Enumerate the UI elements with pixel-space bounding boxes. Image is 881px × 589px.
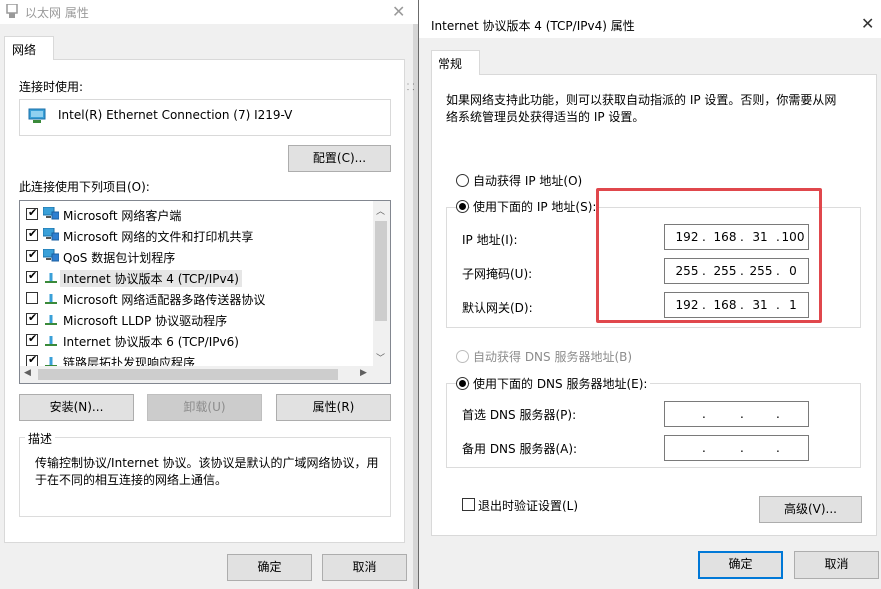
ok-button[interactable]: 确定 <box>698 551 783 579</box>
validate-checkbox[interactable] <box>462 498 475 511</box>
ip-address-label: IP 地址(I): <box>462 233 518 247</box>
adapter-name: Intel(R) Ethernet Connection (7) I219-V <box>58 108 293 122</box>
network-client-icon <box>43 207 59 220</box>
right-title-bar: Internet 协议版本 4 (TCP/IPv4) 属性 ✕ <box>419 0 881 38</box>
cancel-button[interactable]: 取消 <box>794 551 879 579</box>
item-label: QoS 数据包计划程序 <box>63 251 176 265</box>
scroll-left-icon[interactable]: ◀ <box>24 368 31 378</box>
items-label: 此连接使用下列项目(O): <box>19 180 150 194</box>
validate-label: 退出时验证设置(L) <box>478 499 579 513</box>
scroll-down-icon[interactable]: ﹀ <box>376 351 385 364</box>
auto-ip-label: 自动获得 IP 地址(O) <box>473 174 583 188</box>
scroll-thumb[interactable] <box>38 369 338 380</box>
properties-button[interactable]: 属性(R) <box>276 394 391 421</box>
preferred-dns-field[interactable]: . . . <box>664 401 809 427</box>
uninstall-button[interactable]: 卸载(U) <box>147 394 262 421</box>
scroll-right-icon[interactable]: ▶ <box>360 368 367 378</box>
item-checkbox[interactable] <box>26 248 38 262</box>
subnet-mask-label: 子网掩码(U): <box>462 267 533 281</box>
manual-ip-radio[interactable] <box>456 200 469 213</box>
item-label: Internet 协议版本 6 (TCP/IPv6) <box>63 335 239 349</box>
intro-text: 如果网络支持此功能，则可以获取自动指派的 IP 设置。否则，你需要从网络系统管理… <box>446 93 837 124</box>
cancel-button[interactable]: 取消 <box>322 554 407 581</box>
qos-icon <box>43 249 59 262</box>
alternate-dns-field[interactable]: . . . <box>664 435 809 461</box>
protocol-icon <box>45 336 57 346</box>
item-checkbox[interactable] <box>26 332 38 346</box>
auto-dns-radio[interactable] <box>456 350 469 363</box>
network-adapter-icon <box>28 108 46 123</box>
item-checkbox[interactable] <box>26 292 38 304</box>
item-checkbox[interactable] <box>26 311 38 325</box>
protocol-icon <box>45 273 57 283</box>
description-text: 传输控制协议/Internet 协议。该协议是默认的广域网络协议，用于在不同的相… <box>35 456 379 487</box>
alternate-dns-label: 备用 DNS 服务器(A): <box>462 442 578 456</box>
background-sliver: ⸬ <box>407 83 415 93</box>
item-checkbox[interactable] <box>26 206 38 220</box>
scroll-up-icon[interactable]: ︿ <box>376 204 385 217</box>
adapter-box: Intel(R) Ethernet Connection (7) I219-V <box>19 99 391 136</box>
item-label: Internet 协议版本 4 (TCP/IPv4) <box>60 270 242 287</box>
items-list[interactable]: Microsoft 网络客户端 Microsoft 网络的文件和打印机共享 Qo… <box>19 200 391 384</box>
close-icon[interactable]: ✕ <box>392 2 405 21</box>
item-label: Microsoft 网络客户端 <box>63 209 182 223</box>
horizontal-scrollbar[interactable]: ◀ ▶ <box>20 366 390 383</box>
tab-network[interactable]: 网络 <box>4 36 54 60</box>
manual-ip-label: 使用下面的 IP 地址(S): <box>470 198 600 215</box>
right-window-title: Internet 协议版本 4 (TCP/IPv4) 属性 <box>431 19 635 33</box>
manual-dns-label: 使用下面的 DNS 服务器地址(E): <box>470 375 651 392</box>
left-title-bar: 以太网 属性 ✕ <box>0 0 418 24</box>
highlight-rectangle <box>596 188 822 323</box>
ethernet-icon <box>6 4 18 18</box>
item-label: Microsoft 网络适配器多路传送器协议 <box>63 293 266 307</box>
ethernet-properties-window: 以太网 属性 ✕ 网络 连接时使用: Intel(R) Ethernet Con… <box>0 0 418 589</box>
gateway-label: 默认网关(D): <box>462 301 533 315</box>
protocol-icon <box>45 315 57 325</box>
manual-dns-radio[interactable] <box>456 377 469 390</box>
configure-button[interactable]: 配置(C)... <box>288 145 391 172</box>
description-title: 描述 <box>25 430 56 447</box>
close-icon[interactable]: ✕ <box>861 14 874 33</box>
advanced-button[interactable]: 高级(V)... <box>759 496 862 523</box>
protocol-icon <box>45 294 57 304</box>
auto-dns-label: 自动获得 DNS 服务器地址(B) <box>473 350 633 364</box>
item-checkbox[interactable] <box>26 269 38 283</box>
item-label: Microsoft LLDP 协议驱动程序 <box>63 314 228 328</box>
auto-ip-radio[interactable] <box>456 174 469 187</box>
left-window-title: 以太网 属性 <box>25 6 89 20</box>
vertical-scrollbar[interactable]: ︿ ﹀ <box>373 201 390 367</box>
ok-button[interactable]: 确定 <box>227 554 312 581</box>
network-share-icon <box>43 228 59 241</box>
tab-general[interactable]: 常规 <box>431 50 480 75</box>
scroll-thumb[interactable] <box>375 221 387 321</box>
preferred-dns-label: 首选 DNS 服务器(P): <box>462 408 577 422</box>
install-button[interactable]: 安装(N)... <box>19 394 134 421</box>
connect-using-label: 连接时使用: <box>19 80 84 94</box>
item-checkbox[interactable] <box>26 227 38 241</box>
item-label: Microsoft 网络的文件和打印机共享 <box>63 230 254 244</box>
description-group: 描述 传输控制协议/Internet 协议。该协议是默认的广域网络协议，用于在不… <box>19 430 391 517</box>
